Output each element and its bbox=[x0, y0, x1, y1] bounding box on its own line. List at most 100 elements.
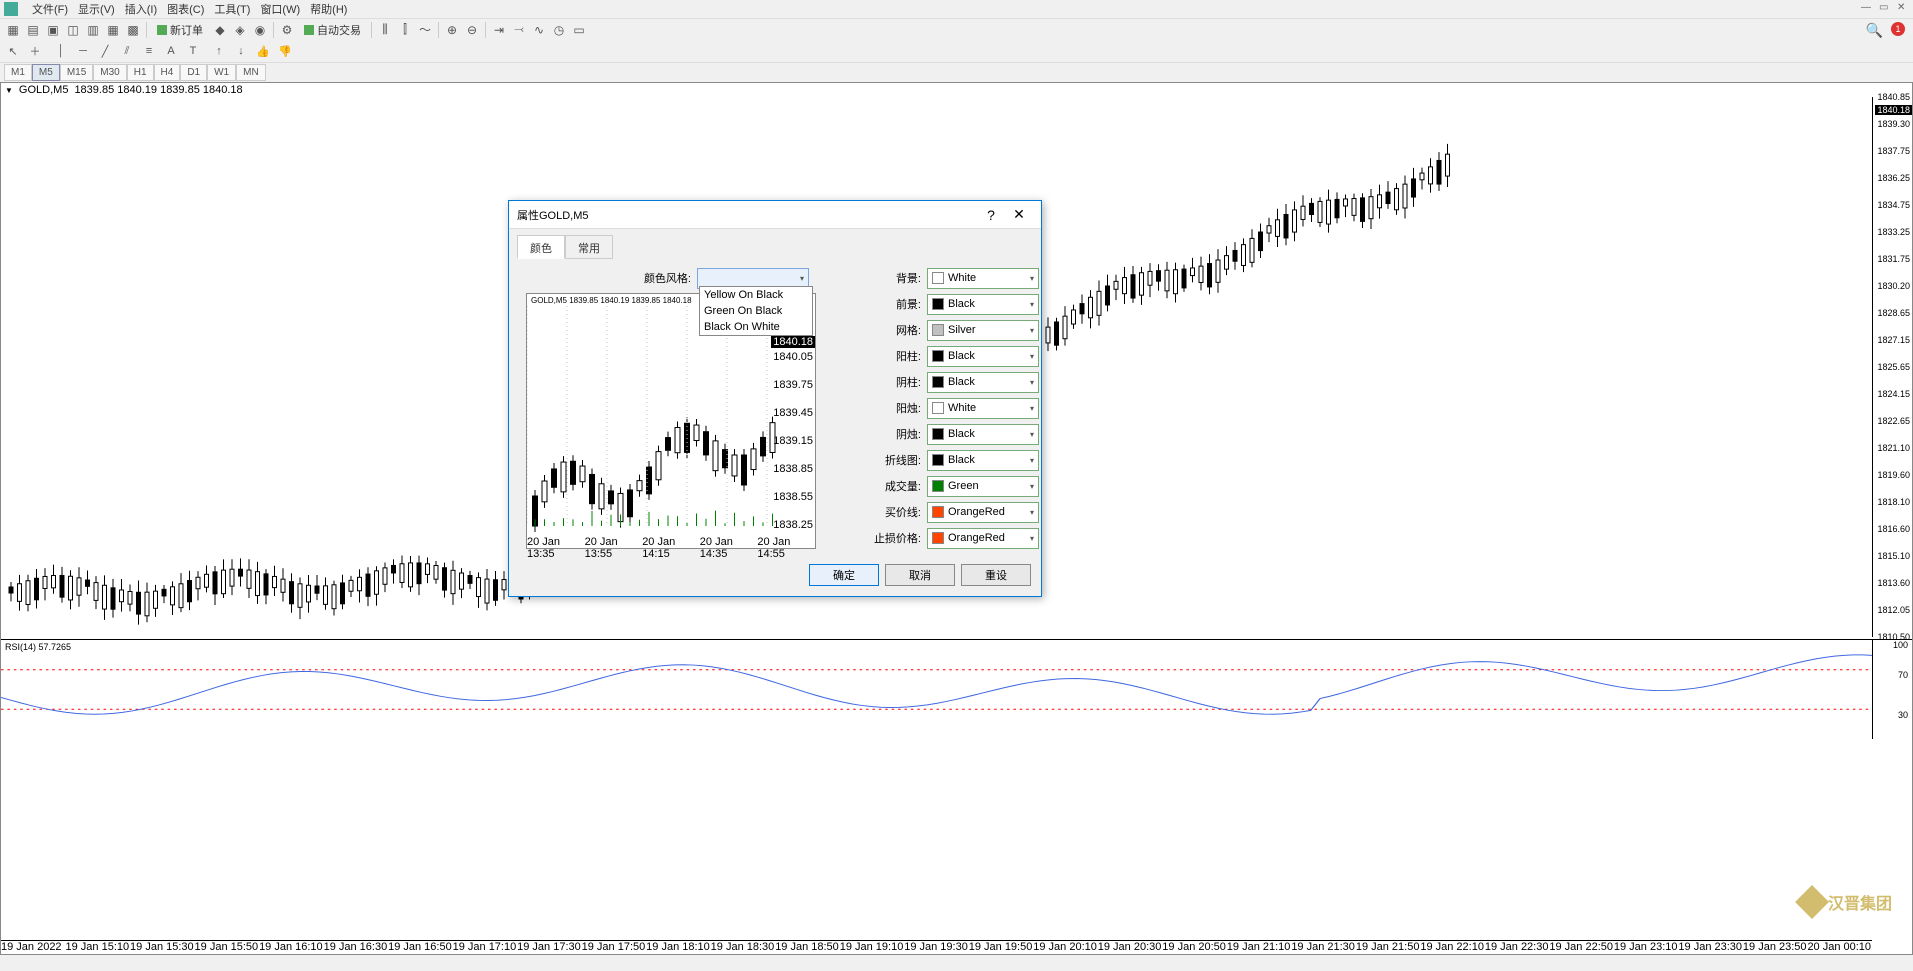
text-label-icon[interactable]: T bbox=[184, 42, 202, 60]
window-controls: — ▭ ✕ bbox=[1861, 2, 1909, 14]
preview-price-tick: 1839.15 bbox=[773, 435, 813, 447]
color-select[interactable]: OrangeRed▾ bbox=[927, 502, 1039, 523]
trendline-icon[interactable]: ╱ bbox=[96, 42, 114, 60]
text-icon[interactable]: A bbox=[162, 42, 180, 60]
time-tick: 19 Jan 23:50 bbox=[1743, 941, 1808, 954]
color-select[interactable]: Green▾ bbox=[927, 476, 1039, 497]
last-price-tag: 1840.18 bbox=[1875, 105, 1912, 115]
rsi-panel[interactable]: RSI(14) 57.7265 bbox=[1, 639, 1872, 739]
reset-button[interactable]: 重设 bbox=[961, 564, 1031, 586]
menu-tools[interactable]: 工具(T) bbox=[214, 1, 250, 17]
vertical-line-icon[interactable]: │ bbox=[52, 42, 70, 60]
chart-dropdown-icon[interactable]: ▼ bbox=[5, 86, 13, 95]
thumbs-down-icon[interactable]: 👎 bbox=[276, 42, 294, 60]
timeframe-M30[interactable]: M30 bbox=[93, 64, 126, 81]
help-icon[interactable]: ? bbox=[977, 201, 1005, 229]
timeframe-D1[interactable]: D1 bbox=[180, 64, 207, 81]
zoom-in-icon[interactable]: ⊕ bbox=[443, 21, 461, 39]
zoom-out-icon[interactable]: ⊖ bbox=[463, 21, 481, 39]
maximize-icon[interactable]: ▭ bbox=[1879, 2, 1891, 14]
auto-trading-button[interactable]: 自动交易 bbox=[298, 21, 367, 39]
color-select[interactable]: Black▾ bbox=[927, 372, 1039, 393]
menu-help[interactable]: 帮助(H) bbox=[310, 1, 347, 17]
new-order-button[interactable]: 新订单 bbox=[151, 21, 209, 39]
color-select[interactable]: White▾ bbox=[927, 268, 1039, 289]
terminal-icon[interactable]: ▦ bbox=[104, 21, 122, 39]
time-tick: 19 Jan 17:30 bbox=[517, 941, 582, 954]
preview-time-tick: 20 Jan 14:35 bbox=[700, 536, 758, 548]
auto-scroll-icon[interactable]: ⇥ bbox=[490, 21, 508, 39]
timeframe-bar: M1M5M15M30H1H4D1W1MN bbox=[0, 62, 1913, 82]
scheme-option[interactable]: Green On Black bbox=[700, 303, 812, 319]
chart-shift-icon[interactable]: ⤙ bbox=[510, 21, 528, 39]
timeframe-MN[interactable]: MN bbox=[236, 64, 266, 81]
candle-chart-icon[interactable]: ⫿ bbox=[396, 21, 414, 39]
close-icon[interactable]: ✕ bbox=[1005, 201, 1033, 229]
color-select[interactable]: Black▾ bbox=[927, 450, 1039, 471]
thumbs-up-icon[interactable]: 👍 bbox=[254, 42, 272, 60]
timeframe-M15[interactable]: M15 bbox=[60, 64, 93, 81]
profiles-icon[interactable]: ▤ bbox=[24, 21, 42, 39]
timeframe-M5[interactable]: M5 bbox=[32, 64, 60, 81]
ok-button[interactable]: 确定 bbox=[809, 564, 879, 586]
notification-badge[interactable]: 1 bbox=[1891, 22, 1905, 36]
cursor-icon[interactable]: ↖ bbox=[4, 42, 22, 60]
color-select[interactable]: Black▾ bbox=[927, 424, 1039, 445]
color-select[interactable]: OrangeRed▾ bbox=[927, 528, 1039, 549]
color-field-label: 止损价格: bbox=[869, 530, 921, 546]
bar-chart-icon[interactable]: ⫼ bbox=[376, 21, 394, 39]
navigator-icon[interactable]: ▥ bbox=[84, 21, 102, 39]
color-value: OrangeRed bbox=[948, 532, 1005, 544]
preview-price-tag: 1840.18 bbox=[771, 336, 815, 348]
dialog-titlebar[interactable]: 属性GOLD,M5 ? ✕ bbox=[509, 201, 1041, 229]
price-tick: 1825.65 bbox=[1877, 362, 1910, 372]
market-icon[interactable]: ◉ bbox=[251, 21, 269, 39]
templates-icon[interactable]: ▭ bbox=[570, 21, 588, 39]
time-tick: 19 Jan 19:30 bbox=[904, 941, 969, 954]
price-tick: 1836.25 bbox=[1877, 173, 1910, 183]
market-watch-icon[interactable]: ▣ bbox=[44, 21, 62, 39]
timeframe-H4[interactable]: H4 bbox=[154, 64, 181, 81]
timeframe-H1[interactable]: H1 bbox=[127, 64, 154, 81]
color-swatch bbox=[932, 376, 944, 388]
color-value: Black bbox=[948, 376, 975, 388]
signals-icon[interactable]: ◈ bbox=[231, 21, 249, 39]
metaquotes-icon[interactable]: ◆ bbox=[211, 21, 229, 39]
chevron-down-icon: ▾ bbox=[1030, 326, 1034, 335]
line-chart-icon[interactable]: 〜 bbox=[416, 21, 434, 39]
close-icon[interactable]: ✕ bbox=[1897, 2, 1909, 14]
periods-icon[interactable]: ◷ bbox=[550, 21, 568, 39]
expert-advisors-icon[interactable]: ⚙ bbox=[278, 21, 296, 39]
strategy-tester-icon[interactable]: ▩ bbox=[124, 21, 142, 39]
color-value: Silver bbox=[948, 324, 976, 336]
color-swatch bbox=[932, 350, 944, 362]
cancel-button[interactable]: 取消 bbox=[885, 564, 955, 586]
new-chart-icon[interactable]: ▦ bbox=[4, 21, 22, 39]
channel-icon[interactable]: ⫽ bbox=[118, 42, 136, 60]
indicators-icon[interactable]: ∿ bbox=[530, 21, 548, 39]
scheme-option[interactable]: Yellow On Black bbox=[700, 287, 812, 303]
arrow-down-icon[interactable]: ↓ bbox=[232, 42, 250, 60]
crosshair-icon[interactable]: ＋ bbox=[26, 42, 44, 60]
timeframe-W1[interactable]: W1 bbox=[207, 64, 236, 81]
timeframe-M1[interactable]: M1 bbox=[4, 64, 32, 81]
menu-chart[interactable]: 图表(C) bbox=[167, 1, 204, 17]
menu-view[interactable]: 显示(V) bbox=[78, 1, 115, 17]
menu-file[interactable]: 文件(F) bbox=[32, 1, 68, 17]
fibonacci-icon[interactable]: ≡ bbox=[140, 42, 158, 60]
arrow-up-icon[interactable]: ↑ bbox=[210, 42, 228, 60]
preview-time-tick: 20 Jan 13:55 bbox=[585, 536, 643, 548]
tab-general[interactable]: 常用 bbox=[565, 235, 613, 259]
color-select[interactable]: Black▾ bbox=[927, 346, 1039, 367]
data-window-icon[interactable]: ◫ bbox=[64, 21, 82, 39]
menu-insert[interactable]: 插入(I) bbox=[125, 1, 157, 17]
tab-color[interactable]: 颜色 bbox=[517, 235, 565, 259]
menu-window[interactable]: 窗口(W) bbox=[260, 1, 300, 17]
search-icon[interactable]: 🔍 bbox=[1866, 22, 1883, 39]
horizontal-line-icon[interactable]: ─ bbox=[74, 42, 92, 60]
color-select[interactable]: Black▾ bbox=[927, 294, 1039, 315]
scheme-option[interactable]: Black On White bbox=[700, 319, 812, 335]
color-select[interactable]: White▾ bbox=[927, 398, 1039, 419]
color-select[interactable]: Silver ▾ bbox=[927, 320, 1039, 341]
minimize-icon[interactable]: — bbox=[1861, 2, 1873, 14]
